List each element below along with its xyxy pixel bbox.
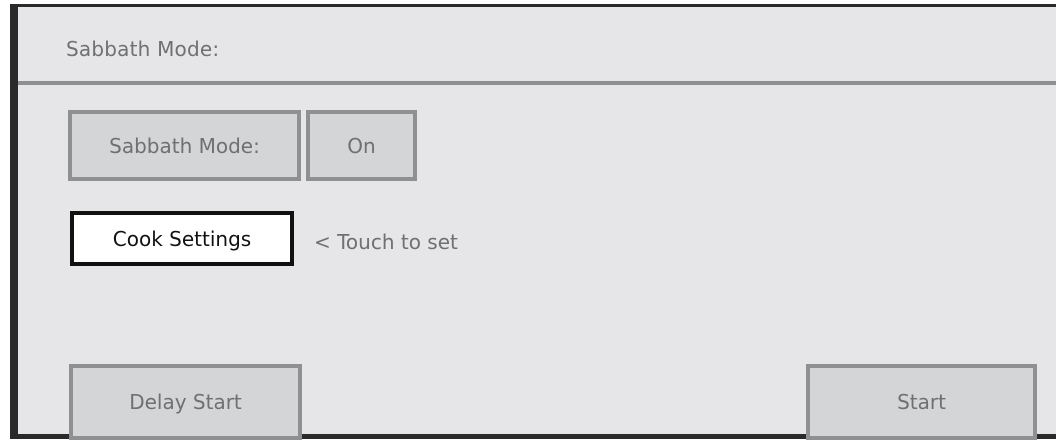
page-title: Sabbath Mode: (66, 37, 220, 61)
touch-to-set-hint: < Touch to set (314, 230, 458, 254)
delay-start-button[interactable]: Delay Start (69, 364, 302, 440)
start-button[interactable]: Start (806, 364, 1037, 440)
header-bar: Sabbath Mode: (18, 7, 1056, 85)
sabbath-mode-label-button[interactable]: Sabbath Mode: (68, 110, 301, 181)
delay-start-label: Delay Start (129, 390, 242, 414)
sabbath-mode-toggle-button[interactable]: On (306, 110, 417, 181)
cook-settings-button[interactable]: Cook Settings (70, 211, 294, 266)
cook-settings-label: Cook Settings (112, 226, 252, 251)
start-label: Start (897, 390, 946, 414)
sabbath-mode-panel: Sabbath Mode: Sabbath Mode: On Cook Sett… (10, 4, 1056, 440)
sabbath-mode-label-text: Sabbath Mode: (109, 133, 260, 158)
sabbath-mode-value-text: On (347, 133, 376, 158)
